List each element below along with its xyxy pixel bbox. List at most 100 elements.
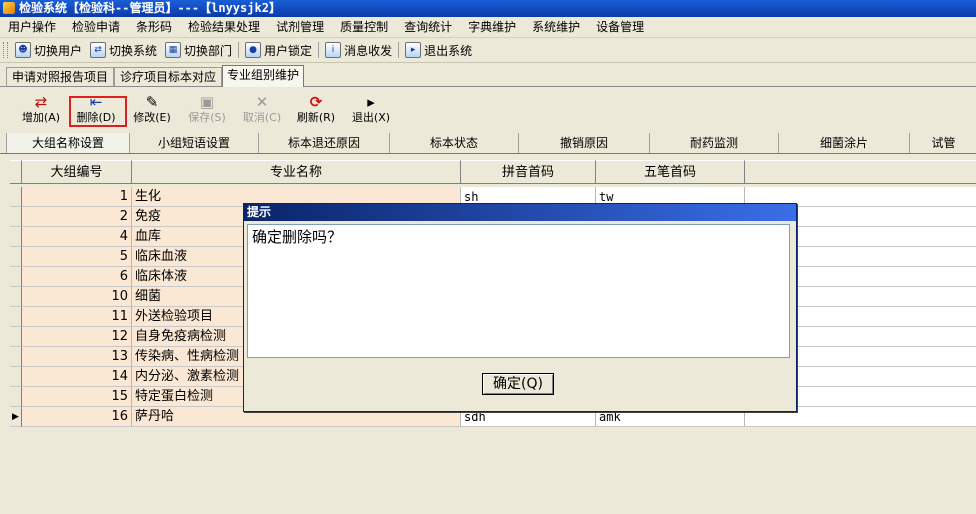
- tab-minor-group-phrase[interactable]: 小组短语设置: [129, 133, 259, 153]
- group-id-cell[interactable]: 6: [22, 267, 132, 287]
- row-indicator[interactable]: [10, 187, 22, 207]
- row-indicator[interactable]: [10, 387, 22, 407]
- exit-system-button[interactable]: ▸ 退出系统: [401, 42, 476, 59]
- exit-button[interactable]: ▸ 退出(X): [343, 93, 399, 125]
- group-id-cell[interactable]: 13: [22, 347, 132, 367]
- tab-request-report-items[interactable]: 申请对照报告项目: [6, 67, 114, 86]
- menu-device-management[interactable]: 设备管理: [588, 17, 652, 37]
- switch-user-button[interactable]: ☻ 切换用户: [11, 42, 86, 59]
- menu-quality-control[interactable]: 质量控制: [332, 17, 396, 37]
- row-indicator[interactable]: [10, 247, 22, 267]
- refresh-icon: ⟳: [309, 93, 323, 111]
- edit-label: 修改(E): [133, 111, 171, 124]
- menu-user-ops[interactable]: 用户操作: [0, 17, 64, 37]
- row-indicator[interactable]: [10, 267, 22, 287]
- settings-sub-tabs: 大组名称设置 小组短语设置 标本退还原因 标本状态 撤销原因 耐药监测 细菌涂片…: [0, 131, 976, 154]
- group-id-cell[interactable]: 11: [22, 307, 132, 327]
- current-row-pointer-icon[interactable]: ▶: [10, 407, 22, 427]
- header-filler: [745, 160, 976, 184]
- add-icon: ⇄: [34, 93, 48, 111]
- switch-system-button[interactable]: ⇄ 切换系统: [86, 42, 161, 59]
- menu-result-processing[interactable]: 检验结果处理: [180, 17, 268, 37]
- tab-test-tube[interactable]: 试管: [909, 133, 976, 153]
- switch-user-label: 切换用户: [34, 43, 83, 58]
- confirm-ok-button[interactable]: 确定(Q): [482, 373, 554, 395]
- confirm-dialog: 提示 确定删除吗？ 确定(Q): [243, 203, 797, 412]
- action-toolbar: ⇄ 增加(A) ⇤ 删除(D) ✎ 修改(E) ▣ 保存(S) ✕ 取消(C) …: [0, 87, 976, 132]
- group-id-cell[interactable]: 10: [22, 287, 132, 307]
- refresh-label: 刷新(R): [296, 111, 336, 124]
- row-indicator[interactable]: [10, 227, 22, 247]
- group-id-cell[interactable]: 14: [22, 367, 132, 387]
- menu-system-maintenance[interactable]: 系统维护: [524, 17, 588, 37]
- header-specialty-name[interactable]: 专业名称: [132, 160, 461, 184]
- add-button[interactable]: ⇄ 增加(A): [13, 93, 69, 125]
- user-lock-icon: ●: [245, 42, 262, 58]
- user-lock-button[interactable]: ● 用户锁定: [241, 42, 316, 59]
- cancel-label: 取消(C): [242, 111, 282, 124]
- tab-specialty-group[interactable]: 专业组别维护: [222, 65, 304, 87]
- department-icon: ▦: [165, 42, 182, 58]
- menu-barcode[interactable]: 条形码: [128, 17, 180, 37]
- group-id-cell[interactable]: 16: [22, 407, 132, 427]
- messages-button[interactable]: i 消息收发: [321, 42, 396, 59]
- group-id-cell[interactable]: 15: [22, 387, 132, 407]
- header-wubi-code[interactable]: 五笔首码: [596, 160, 745, 184]
- toolbar-separator: [238, 42, 240, 58]
- dialog-title[interactable]: 提示: [244, 204, 796, 221]
- row-indicator[interactable]: [10, 327, 22, 347]
- toolbar-separator: [398, 42, 400, 58]
- group-id-cell[interactable]: 4: [22, 227, 132, 247]
- edit-button[interactable]: ✎ 修改(E): [124, 93, 180, 125]
- window-title-bar: 检验系统【检验科--管理员】---【lnyysjk2】: [0, 0, 976, 17]
- tab-specimen-status[interactable]: 标本状态: [389, 133, 519, 153]
- window-title: 检验系统【检验科--管理员】---【lnyysjk2】: [19, 1, 281, 15]
- switch-department-label: 切换部门: [184, 43, 233, 58]
- quick-toolbar: ☻ 切换用户 ⇄ 切换系统 ▦ 切换部门 ● 用户锁定 i 消息收发 ▸ 退出系统: [0, 38, 976, 63]
- exit-icon: ▸: [405, 42, 422, 58]
- tab-treatment-specimen[interactable]: 诊疗项目标本对应: [114, 67, 222, 86]
- messages-label: 消息收发: [344, 43, 393, 58]
- users-icon: ☻: [15, 42, 31, 58]
- menu-bar: 用户操作 检验申请 条形码 检验结果处理 试剂管理 质量控制 查询统计 字典维护…: [0, 17, 976, 38]
- cancel-icon: ✕: [255, 93, 269, 111]
- exit-icon: ▸: [367, 93, 375, 111]
- save-button[interactable]: ▣ 保存(S): [179, 93, 235, 125]
- group-id-cell[interactable]: 1: [22, 187, 132, 207]
- tab-bacteria-smear[interactable]: 细菌涂片: [778, 133, 910, 153]
- tab-major-group-name[interactable]: 大组名称设置: [6, 133, 130, 153]
- tab-resistance-monitoring[interactable]: 耐药监测: [649, 133, 779, 153]
- row-indicator[interactable]: [10, 287, 22, 307]
- tab-revoke-reason[interactable]: 撤销原因: [518, 133, 650, 153]
- exit-label: 退出(X): [351, 111, 391, 124]
- tab-specimen-return-reason[interactable]: 标本退还原因: [258, 133, 390, 153]
- exit-system-label: 退出系统: [424, 43, 473, 58]
- toolbar-grip[interactable]: [3, 42, 8, 58]
- menu-dictionary[interactable]: 字典维护: [460, 17, 524, 37]
- add-label: 增加(A): [21, 111, 61, 124]
- system-switch-icon: ⇄: [90, 42, 107, 58]
- row-indicator[interactable]: [10, 207, 22, 227]
- switch-system-label: 切换系统: [109, 43, 158, 58]
- menu-inspection-request[interactable]: 检验申请: [64, 17, 128, 37]
- message-icon: i: [325, 42, 342, 58]
- dialog-message: 确定删除吗？: [247, 224, 790, 358]
- page-tabs: 申请对照报告项目 诊疗项目标本对应 专业组别维护: [0, 65, 976, 87]
- row-indicator[interactable]: [10, 347, 22, 367]
- menu-reagent-management[interactable]: 试剂管理: [268, 17, 332, 37]
- row-indicator[interactable]: [10, 367, 22, 387]
- header-group-id[interactable]: 大组编号: [22, 160, 132, 184]
- group-id-cell[interactable]: 12: [22, 327, 132, 347]
- group-id-cell[interactable]: 2: [22, 207, 132, 227]
- cancel-button[interactable]: ✕ 取消(C): [234, 93, 290, 125]
- grid-corner: [10, 160, 22, 184]
- toolbar-separator: [318, 42, 320, 58]
- header-pinyin-code[interactable]: 拼音首码: [461, 160, 596, 184]
- row-indicator[interactable]: [10, 307, 22, 327]
- refresh-button[interactable]: ⟳ 刷新(R): [288, 93, 344, 125]
- group-id-cell[interactable]: 5: [22, 247, 132, 267]
- user-lock-label: 用户锁定: [264, 43, 313, 58]
- switch-department-button[interactable]: ▦ 切换部门: [161, 42, 236, 59]
- menu-query-statistics[interactable]: 查询统计: [396, 17, 460, 37]
- edit-icon: ✎: [145, 93, 159, 111]
